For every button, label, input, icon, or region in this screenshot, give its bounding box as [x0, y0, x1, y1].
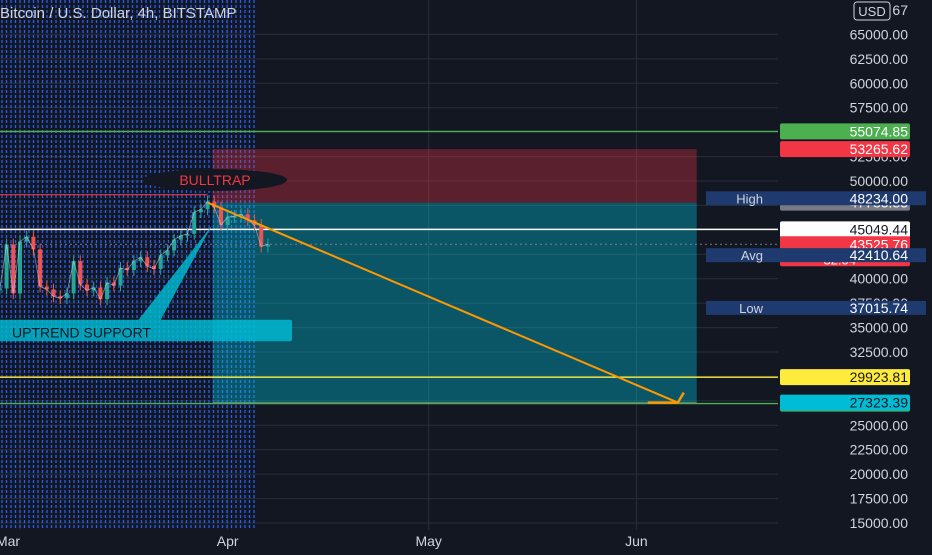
stop-loss-zone[interactable]: [212, 149, 697, 203]
price-tick-label: 50000.00: [850, 173, 909, 189]
stat-value[interactable]: 42410.64: [850, 247, 909, 263]
time-axis[interactable]: Mar Apr May Jun: [0, 530, 778, 550]
currency-label: USD: [858, 4, 885, 19]
level-price-label[interactable]: 55074.85: [850, 123, 909, 139]
price-tick-label: 15000.00: [850, 515, 909, 531]
price-tick-label: 67: [892, 2, 908, 18]
candle-body: [0, 288, 2, 290]
price-chart[interactable]: BULLTRAP UPTREND SUPPORT 67 15000.00 17500.…: [0, 0, 932, 550]
price-tick-label: 40000.00: [850, 271, 909, 287]
price-tick-label: 32500.00: [850, 344, 909, 360]
take-profit-zone[interactable]: [212, 202, 697, 403]
chart-title: Bitcoin / U.S. Dollar, 4h, BITSTAMP: [0, 5, 236, 22]
position-zones[interactable]: [212, 149, 697, 404]
price-tick-label: 35000.00: [850, 320, 909, 336]
uptrend-support-label: UPTREND SUPPORT: [12, 324, 151, 340]
price-tick-label: 57500.00: [850, 100, 909, 116]
chart-root: BULLTRAP UPTREND SUPPORT 67 15000.00 17500.…: [0, 0, 932, 550]
time-tick-label: May: [415, 533, 441, 549]
stat-name: Avg: [741, 248, 763, 263]
bulltrap-label: BULLTRAP: [179, 172, 250, 188]
stat-value[interactable]: 48234.00: [850, 190, 909, 206]
currency-button[interactable]: USD: [853, 1, 891, 21]
stat-name: High: [736, 191, 763, 206]
time-tick-label: Apr: [217, 533, 239, 549]
level-price-label[interactable]: 45049.44: [850, 221, 909, 237]
stat-value[interactable]: 37015.74: [850, 300, 909, 316]
price-tick-label: 25000.00: [850, 417, 909, 433]
level-price-label[interactable]: 29923.81: [850, 369, 909, 385]
price-tick-label: 62500.00: [850, 51, 909, 67]
time-tick-label: Mar: [0, 533, 20, 549]
price-marker-label[interactable]: 27323.39: [850, 395, 909, 411]
price-tick-label: 65000.00: [850, 26, 909, 42]
price-marker-label[interactable]: 53265.62: [850, 141, 909, 157]
price-tick-label: 22500.00: [850, 442, 909, 458]
price-tick-label: 17500.00: [850, 491, 909, 507]
price-tick-label: 20000.00: [850, 466, 909, 482]
price-tick-label: 60000.00: [850, 75, 909, 91]
time-tick-label: Jun: [625, 533, 648, 549]
stat-name: Low: [739, 301, 763, 316]
time-axis-background: [0, 530, 778, 550]
